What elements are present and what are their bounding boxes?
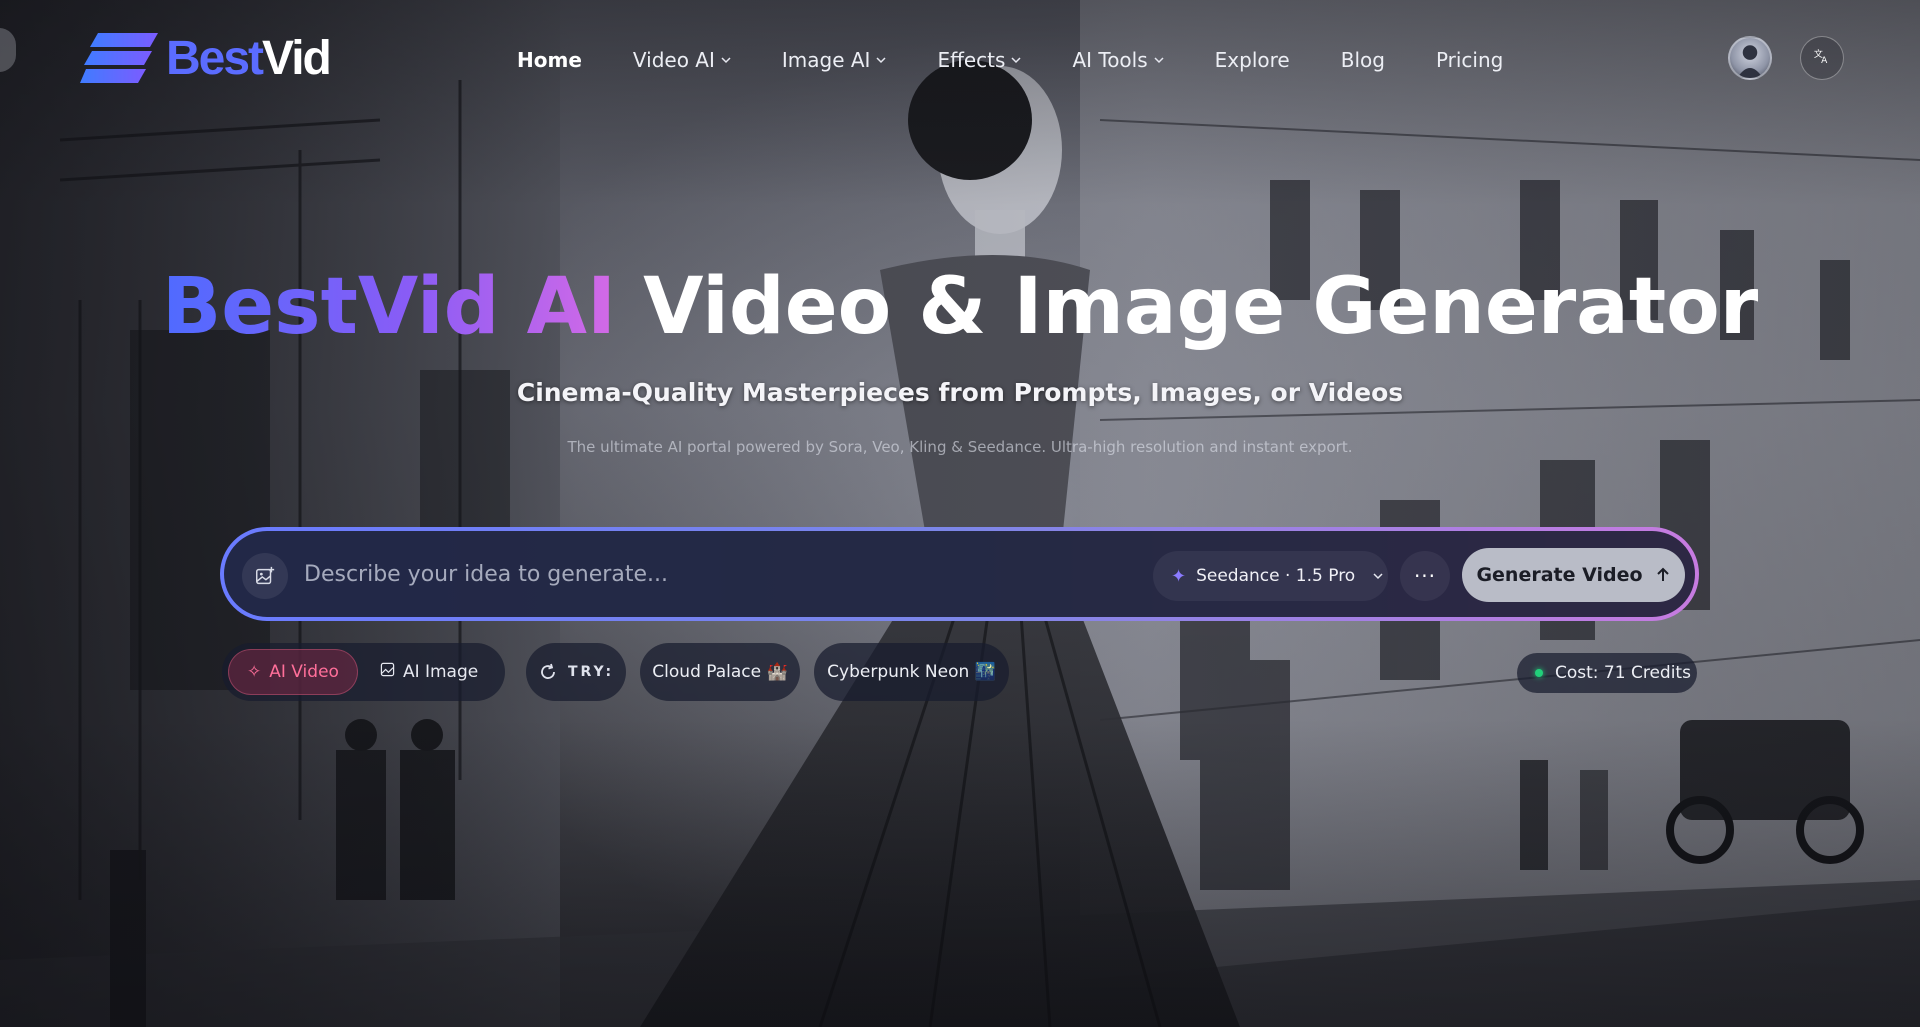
generate-label: Generate Video xyxy=(1476,564,1643,586)
hero-description: The ultimate AI portal powered by Sora, … xyxy=(567,438,1353,456)
logo-mark-icon xyxy=(80,33,158,83)
more-icon: ··· xyxy=(1413,564,1437,588)
nav-image-ai[interactable]: Image AI xyxy=(782,48,887,72)
model-select-label: Seedance · 1.5 Pro xyxy=(1196,566,1356,586)
cost-badge: Cost: 71 Credits xyxy=(1517,653,1697,693)
chevron-down-icon xyxy=(1154,55,1164,65)
nav-video-ai[interactable]: Video AI xyxy=(633,48,731,72)
status-dot-icon xyxy=(1535,669,1543,677)
image-upload-icon xyxy=(256,566,275,585)
nav-pricing[interactable]: Pricing xyxy=(1436,48,1503,72)
nav-explore[interactable]: Explore xyxy=(1215,48,1290,72)
logo-wordmark: BestVid xyxy=(166,32,332,85)
sparkle-icon: ✦ xyxy=(1171,565,1187,587)
translate-icon: 文 A xyxy=(1813,47,1831,69)
nav-ai-tools[interactable]: AI Tools xyxy=(1072,48,1164,72)
hero-subtitle: Cinema-Quality Masterpieces from Prompts… xyxy=(516,378,1404,407)
refresh-icon xyxy=(541,663,555,679)
top-navigation: BestVid Home Video AI Image AI Effects A… xyxy=(0,0,1920,118)
nav-effects[interactable]: Effects xyxy=(937,48,1021,72)
mode-ai-video[interactable]: ✧ AI Video xyxy=(228,649,358,695)
page: BestVid Home Video AI Image AI Effects A… xyxy=(0,0,1920,1027)
nav-home[interactable]: Home xyxy=(517,48,582,72)
chevron-down-icon xyxy=(876,55,886,65)
mode-toggle: ✧ AI Video AI Image xyxy=(222,643,505,701)
brand-logo[interactable]: BestVid xyxy=(80,30,332,88)
prompt-input[interactable] xyxy=(304,549,1104,599)
more-options-button[interactable]: ··· xyxy=(1400,551,1450,601)
background-shade xyxy=(0,0,1920,1027)
suggestion-chip[interactable]: Cloud Palace 🏰 xyxy=(640,643,800,701)
mode-ai-image[interactable]: AI Image xyxy=(362,649,496,695)
arrow-up-icon xyxy=(1656,567,1669,581)
prompt-bar: ✦ Seedance · 1.5 Pro ··· Generate Video xyxy=(222,529,1697,619)
suggestion-chip[interactable]: Cyberpunk Neon 🌃 xyxy=(814,643,1009,701)
model-select[interactable]: ✦ Seedance · 1.5 Pro xyxy=(1153,551,1388,601)
user-avatar[interactable] xyxy=(1728,36,1772,80)
image-icon xyxy=(380,662,395,682)
svg-text:A: A xyxy=(1821,56,1828,65)
sparkle-icon: ✧ xyxy=(247,662,262,682)
main-menu: Home Video AI Image AI Effects AI Tools … xyxy=(517,44,1554,76)
chevron-down-icon xyxy=(721,55,731,65)
chevron-down-icon xyxy=(1373,571,1383,581)
hero-title: BestVid AI Video & Image Generator xyxy=(161,262,1759,352)
chevron-down-icon xyxy=(1011,55,1021,65)
try-random-button[interactable]: TRY: xyxy=(526,643,626,701)
upload-image-button[interactable] xyxy=(242,553,288,599)
language-button[interactable]: 文 A xyxy=(1800,36,1844,80)
generate-video-button[interactable]: Generate Video xyxy=(1462,548,1685,602)
nav-blog[interactable]: Blog xyxy=(1341,48,1385,72)
